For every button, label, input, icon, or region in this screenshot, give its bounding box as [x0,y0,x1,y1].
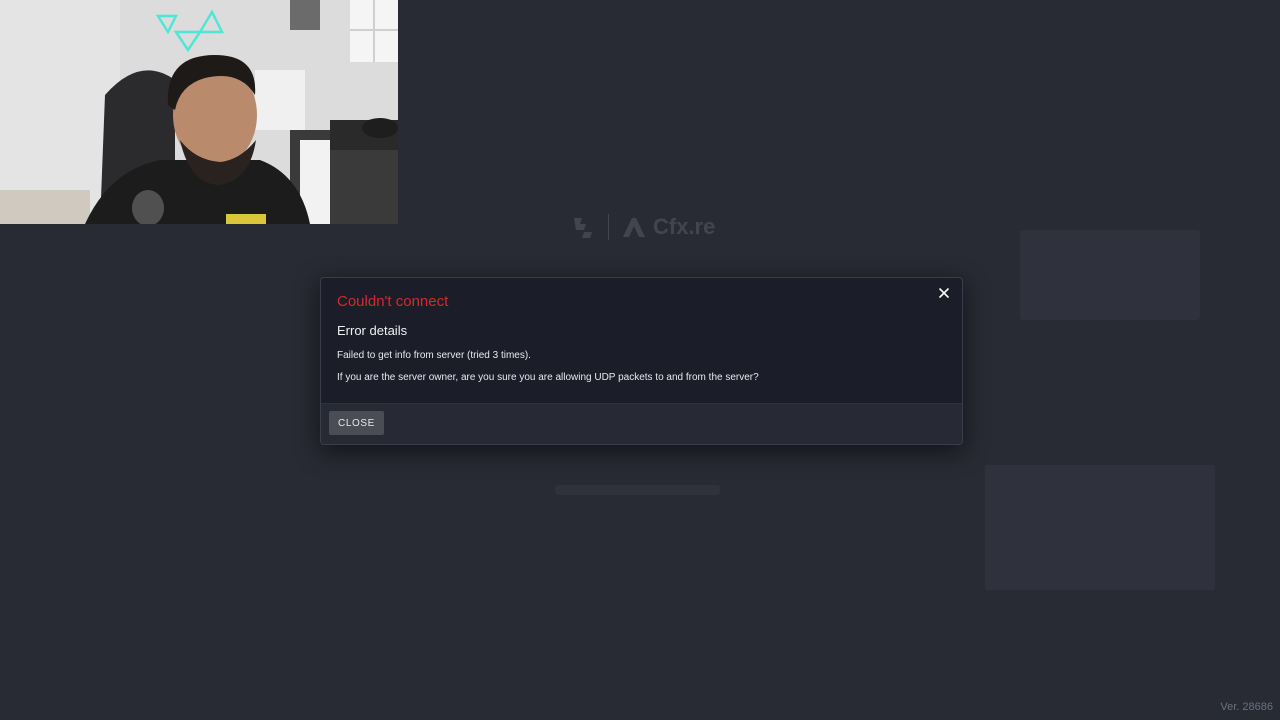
close-button[interactable]: CLOSE [329,411,384,435]
version-label: Ver. 28686 [1220,701,1273,713]
fivem-icon [574,218,592,238]
app-window: Cfx.re Couldn't connect Error details Fa… [0,0,1280,720]
background-ghost-panel [985,465,1215,590]
webcam-overlay [0,0,398,224]
close-icon [939,288,949,298]
cfx-logo-icon [623,218,645,237]
background-ghost-panel [1020,230,1200,320]
webcam-feed-image [0,0,398,224]
error-hint-message: If you are the server owner, are you sur… [337,372,759,383]
dialog-body: Couldn't connect Error details Failed to… [321,278,962,404]
error-details-heading: Error details [337,323,408,338]
error-message: Failed to get info from server (tried 3 … [337,350,531,361]
brand-divider [608,214,609,240]
background-ghost-line [555,485,720,495]
dialog-title: Couldn't connect [337,293,449,310]
error-dialog: Couldn't connect Error details Failed to… [320,277,963,445]
cfx-logo-text: Cfx.re [653,214,716,239]
dialog-footer: CLOSE [321,403,962,444]
cfx-logo: Cfx.re [621,214,715,240]
background-brand: Cfx.re [570,214,715,240]
dialog-close-icon-button[interactable] [935,284,953,302]
